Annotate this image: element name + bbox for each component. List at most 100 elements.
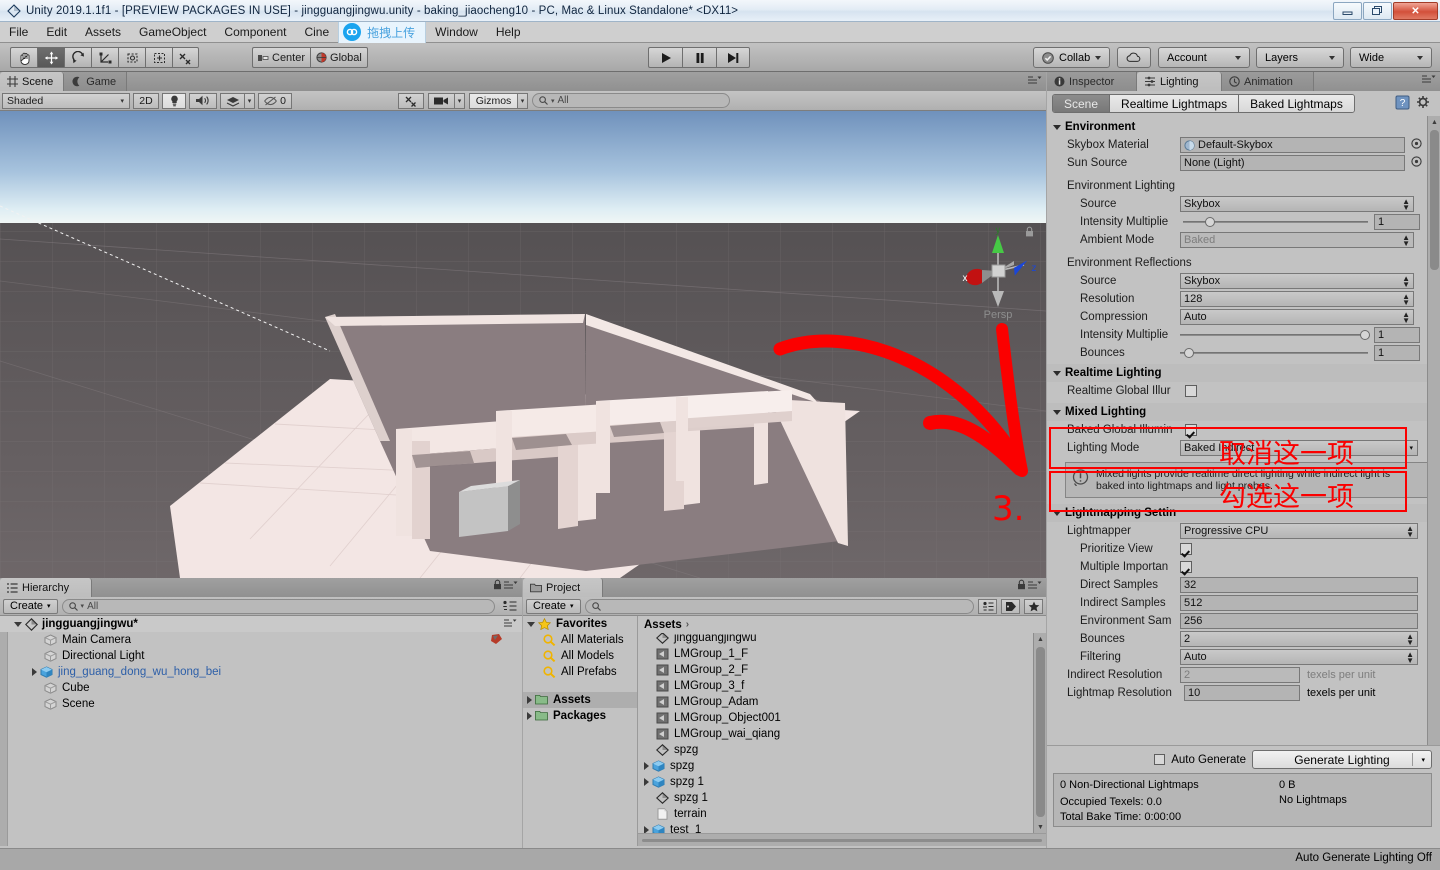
layers-button[interactable]: Layers (1256, 47, 1344, 68)
menu-item-assets[interactable]: Assets (76, 23, 130, 41)
scene-tools-button[interactable] (398, 92, 424, 109)
tab-game[interactable]: Game (64, 72, 128, 91)
subtab-scene[interactable]: Scene (1053, 95, 1111, 112)
rotate-tool-button[interactable] (64, 47, 91, 68)
lm-bounces-dropdown[interactable]: 2 ▲ ▼ (1180, 631, 1418, 647)
menu-item-file[interactable]: File (0, 23, 37, 41)
subtab-realtime-lightmaps[interactable]: Realtime Lightmaps (1110, 95, 1240, 112)
hierarchy-item-main-camera[interactable]: Main Camera (0, 632, 522, 648)
gizmos-dropdown[interactable]: ▾ (517, 92, 528, 109)
scene-visibility-toggle[interactable]: 0 (258, 92, 292, 109)
chevron-down-icon[interactable] (1053, 370, 1061, 376)
chevron-right-icon[interactable] (527, 712, 532, 720)
scene-viewport[interactable]: 关注微信公众号：V2_zxw y x z Per (0, 111, 1046, 578)
chevron-down-icon[interactable] (1053, 409, 1061, 415)
hierarchy-item-cube[interactable]: Cube (0, 680, 522, 696)
menu-item-window[interactable]: Window (426, 23, 487, 41)
project-tree-assets[interactable]: Assets (523, 692, 637, 708)
menu-item-component[interactable]: Component (215, 23, 295, 41)
project-filter-type-icon[interactable] (978, 598, 997, 614)
filtering-dropdown[interactable]: Auto ▲ ▼ (1180, 649, 1418, 665)
menu-item-cinemachine[interactable]: Cine (295, 23, 338, 41)
menu-item-edit[interactable]: Edit (37, 23, 76, 41)
scene-panel-menu-icon[interactable] (1028, 76, 1042, 88)
bounces-value[interactable]: 1 (1374, 345, 1420, 361)
refl-intensity-slider[interactable] (1180, 328, 1371, 342)
chevron-right-icon[interactable] (644, 778, 649, 786)
tab-scene[interactable]: Scene (0, 72, 65, 91)
compression-dropdown[interactable]: Auto ▲ ▼ (1180, 309, 1414, 325)
multiple-importance-checkbox[interactable] (1180, 561, 1192, 573)
chevron-right-icon[interactable] (527, 696, 532, 704)
lighting-scrollbar[interactable]: ▲ ▼ (1427, 116, 1440, 764)
hierarchy-sort-icon[interactable] (499, 600, 519, 612)
project-create-button[interactable]: Create ▾ (526, 598, 581, 614)
custom-tool-button[interactable] (172, 47, 199, 68)
close-button[interactable]: ✕ (1393, 2, 1438, 20)
project-filter-label-icon[interactable] (1001, 598, 1020, 614)
hierarchy-item-scene[interactable]: Scene (0, 696, 522, 712)
project-file-lmgroup-2-f[interactable]: LMGroup_2_F (638, 662, 1032, 678)
pivot-mode-button[interactable]: Center (252, 47, 311, 68)
gizmo-lock-icon[interactable] (1025, 226, 1034, 240)
account-button[interactable]: Account (1158, 47, 1250, 68)
refl-source-dropdown[interactable]: Skybox ▲ ▼ (1180, 273, 1414, 289)
section-mixed-lighting-header[interactable]: Mixed Lighting (1047, 403, 1440, 421)
project-menu-icon[interactable] (1028, 581, 1042, 593)
chevron-right-icon[interactable] (32, 668, 37, 676)
tab-animation[interactable]: Animation (1222, 72, 1314, 91)
project-file-lmgroup-1-f[interactable]: LMGroup_1_F (638, 646, 1032, 662)
window-controls[interactable]: ✕ (1333, 2, 1438, 20)
project-lock-icon[interactable] (1017, 579, 1026, 593)
generate-lighting-button[interactable]: Generate Lighting ▾ (1252, 750, 1432, 769)
chevron-down-icon[interactable] (14, 621, 22, 627)
project-file-terrain[interactable]: terrain (638, 806, 1032, 822)
chevron-right-icon[interactable] (644, 826, 649, 833)
restore-button[interactable] (1363, 2, 1392, 20)
tab-inspector[interactable]: Inspector (1047, 72, 1137, 91)
gear-icon[interactable] (1416, 95, 1431, 113)
project-file-test-1[interactable]: test_1 (638, 822, 1032, 833)
scene-fx-dropdown[interactable]: ▾ (244, 92, 255, 109)
layout-button[interactable]: Wide (1350, 47, 1432, 68)
sun-source-picker-icon[interactable] (1411, 156, 1422, 170)
project-horizontal-scrollbar[interactable] (638, 833, 1046, 846)
hierarchy-scrollbar[interactable] (0, 632, 8, 846)
realtime-gi-checkbox[interactable] (1185, 385, 1197, 397)
help-icon[interactable]: ? (1395, 95, 1410, 113)
tab-hierarchy[interactable]: Hierarchy (0, 578, 92, 597)
tab-project[interactable]: Project (523, 578, 603, 597)
pause-button[interactable] (682, 47, 716, 68)
prioritize-view-checkbox[interactable] (1180, 543, 1192, 555)
lightmap-resolution-input[interactable]: 10 (1184, 685, 1300, 701)
bounces-slider[interactable] (1180, 346, 1368, 360)
chevron-down-icon[interactable] (527, 621, 535, 627)
menu-item-help[interactable]: Help (487, 23, 530, 41)
project-favorite-icon[interactable] (1024, 598, 1043, 614)
hierarchy-create-button[interactable]: Create ▾ (3, 598, 58, 614)
project-file-lmgroup-3-f[interactable]: LMGroup_3_f (638, 678, 1032, 694)
env-intensity-slider[interactable] (1183, 215, 1368, 229)
inspector-menu-icon[interactable] (1422, 75, 1436, 87)
indirect-samples-input[interactable]: 512 (1180, 595, 1418, 611)
project-file-spzg-1-scene[interactable]: spzg 1 (638, 790, 1032, 806)
project-file-lmgroup-adam[interactable]: LMGroup_Adam (638, 694, 1032, 710)
scene-search-input[interactable]: ▾ All (532, 93, 730, 108)
project-file-lmgroup-wai-qiang[interactable]: LMGroup_wai_qiang (638, 726, 1032, 742)
scale-tool-button[interactable] (91, 47, 118, 68)
cloud-button[interactable] (1117, 47, 1151, 68)
env-intensity-value[interactable]: 1 (1374, 214, 1420, 230)
scene-lighting-toggle[interactable] (162, 92, 186, 109)
project-favorite-all-prefabs[interactable]: All Prefabs (523, 664, 637, 680)
project-search-input[interactable] (584, 598, 974, 614)
hierarchy-item-directional-light[interactable]: Directional Light (0, 648, 522, 664)
hierarchy-search-input[interactable]: ▾ All (61, 598, 495, 614)
gizmos-button[interactable]: Gizmos (469, 92, 517, 109)
rect-tool-button[interactable] (118, 47, 145, 68)
env-source-dropdown[interactable]: Skybox ▲ ▼ (1180, 196, 1414, 212)
scene-audio-toggle[interactable] (189, 92, 217, 109)
hierarchy-lock-icon[interactable] (493, 579, 502, 593)
project-vertical-scrollbar[interactable]: ▲ ▼ (1033, 633, 1046, 833)
project-favorites-root[interactable]: Favorites (523, 616, 637, 632)
play-button[interactable] (648, 47, 682, 68)
